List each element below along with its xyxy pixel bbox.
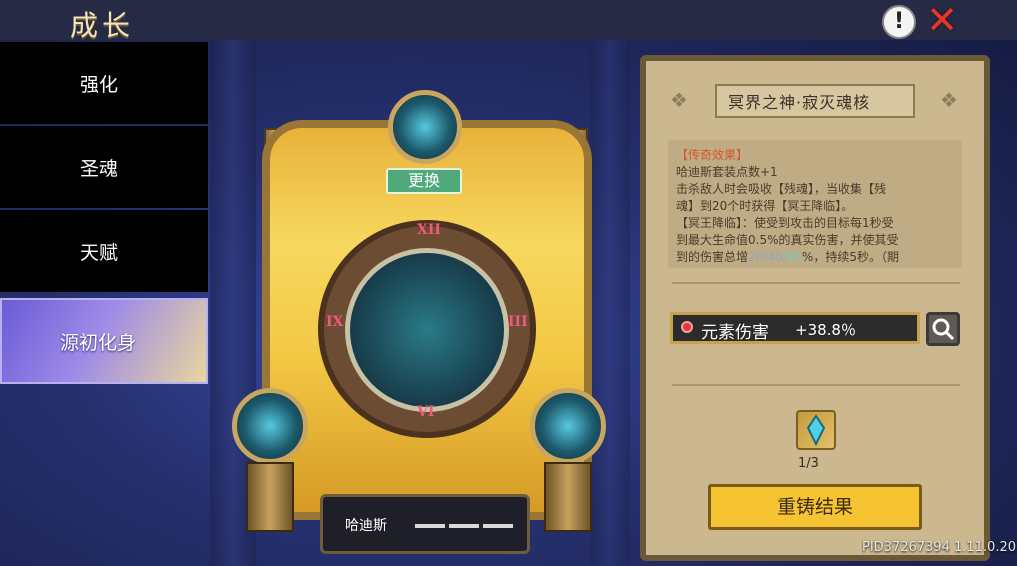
tab-origin-avatar[interactable]: 源初化身 (0, 298, 208, 384)
core-gem-slot[interactable] (345, 248, 509, 412)
panel-title: 冥界之神·寂灭魂核 (728, 93, 871, 112)
desc-line: 魂】到20个时获得【冥王降临】。 (676, 199, 854, 213)
item-count: 1/3 (798, 456, 819, 471)
left-pedestal (246, 462, 294, 532)
reforge-result-button[interactable]: 重铸结果 (708, 484, 922, 530)
side-tabs: 强化 圣魂 天赋 源初化身 (0, 42, 208, 566)
character-name: 哈迪斯 (345, 518, 387, 534)
desc-heading: 【传奇效果】 (676, 148, 749, 162)
numeral-right: III (508, 314, 528, 330)
right-relic-slot[interactable] (530, 388, 606, 464)
desc-line: 哈迪斯套装点数+1 (676, 165, 778, 179)
tab-holy-soul[interactable]: 圣魂 (0, 126, 208, 208)
desc-line: 到的伤害总增20/40/60%，持续5秒。（期 (676, 250, 899, 264)
numeral-left: IX (326, 314, 344, 330)
magnifier-icon[interactable] (926, 312, 960, 346)
divider (672, 282, 960, 284)
right-pedestal (544, 462, 592, 532)
ornament-left-icon: ❖ (670, 88, 688, 112)
legend-effect-description[interactable]: 【传奇效果】 哈迪斯套装点数+1 击杀敌人时会吸收【残魂】，当收集【残 魂】到2… (668, 140, 962, 268)
tab-talent[interactable]: 天赋 (0, 210, 208, 292)
ornament-right-icon: ❖ (940, 88, 958, 112)
replace-button[interactable]: 更换 (386, 168, 462, 194)
desc-line: 击杀敌人时会吸收【残魂】，当收集【残 (676, 182, 887, 196)
numeral-bottom: VI (417, 404, 435, 420)
left-relic-slot[interactable] (232, 388, 308, 464)
desc-line: 到最大生命值0.5%的真实伤害，并使其受 (676, 233, 899, 247)
top-bar (0, 0, 1017, 40)
progress-dash (449, 524, 479, 528)
divider (672, 384, 960, 386)
top-relic-slot[interactable] (388, 90, 462, 164)
stat-label: 元素伤害 (701, 323, 769, 343)
element-icon (681, 321, 693, 333)
tab-strengthen[interactable]: 强化 (0, 42, 208, 124)
progress-dash (483, 524, 513, 528)
tab-label: 圣魂 (80, 158, 119, 180)
numeral-top: XII (417, 222, 441, 238)
info-icon[interactable]: ! (882, 5, 916, 39)
close-icon[interactable]: ✕ (924, 1, 960, 39)
build-id-label: PID37267394 1.11.0.20 (862, 540, 1017, 555)
stat-row: 元素伤害 +38.8％ (670, 312, 920, 344)
stat-value: +38.8％ (795, 321, 856, 339)
progress-dash (415, 524, 445, 528)
crystal-item-icon[interactable] (796, 410, 836, 450)
tab-label: 强化 (80, 74, 119, 96)
tab-label: 源初化身 (60, 332, 137, 354)
desc-line: 【冥王降临】：使受到攻击的目标每1秒受 (676, 216, 894, 230)
character-name-plate: 哈迪斯 (320, 494, 530, 554)
page-title: 成长 (70, 9, 135, 42)
tab-label: 天赋 (80, 242, 119, 264)
